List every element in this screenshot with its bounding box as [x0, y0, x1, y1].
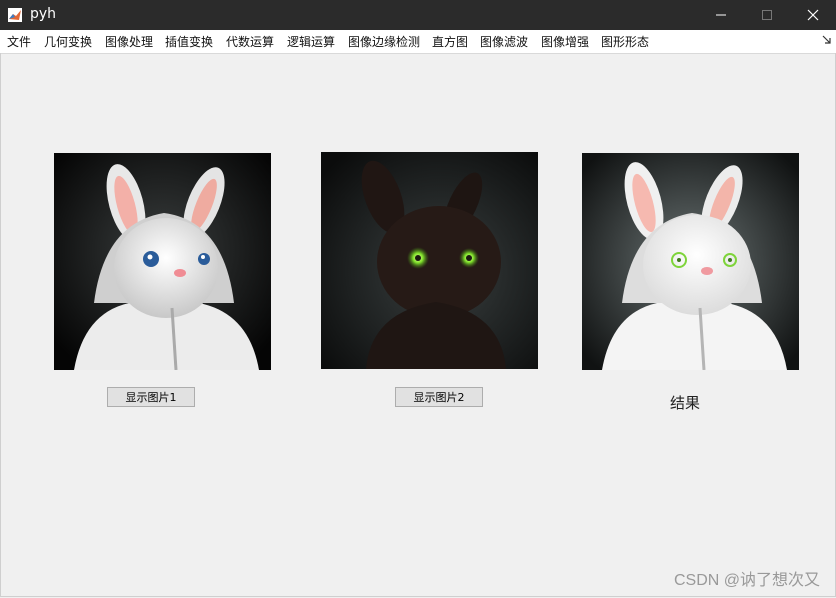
show-image2-button[interactable]: 显示图片2 [395, 387, 483, 407]
white-bunny-image [54, 153, 271, 370]
result-bunny-image [582, 153, 799, 370]
menu-algebraic-ops[interactable]: 代数运算 [226, 33, 274, 50]
title-bar: pyh [0, 0, 836, 30]
menu-image-filtering[interactable]: 图像滤波 [480, 33, 528, 50]
maximize-icon [762, 10, 772, 20]
maximize-button[interactable] [744, 0, 790, 30]
result-label: 结果 [670, 394, 701, 412]
close-icon [807, 9, 819, 21]
dark-bunny-image [321, 152, 538, 369]
result-image-axes [582, 153, 799, 370]
menu-morphology[interactable]: 图形形态 [601, 33, 649, 50]
menu-interpolation[interactable]: 插值变换 [165, 33, 213, 50]
watermark: CSDN @讷了想次又 [673, 572, 820, 589]
menu-file[interactable]: 文件 [7, 33, 31, 50]
minimize-button[interactable] [698, 0, 744, 30]
menu-histogram[interactable]: 直方图 [432, 33, 468, 50]
show-image1-button[interactable]: 显示图片1 [107, 387, 195, 407]
menu-geometric-transform[interactable]: 几何变换 [44, 33, 92, 50]
menu-image-enhancement[interactable]: 图像增强 [541, 33, 589, 50]
matlab-logo-icon [8, 8, 22, 22]
close-button[interactable] [790, 0, 836, 30]
window-title: pyh [30, 6, 57, 22]
menu-edge-detection[interactable]: 图像边缘检测 [348, 33, 420, 50]
image-1-axes [54, 153, 271, 370]
image-2-axes [321, 152, 538, 369]
menu-bar: 文件 几何变换 图像处理 插值变换 代数运算 逻辑运算 图像边缘检测 直方图 图… [0, 30, 836, 54]
menu-logical-ops[interactable]: 逻辑运算 [287, 33, 335, 50]
menu-image-processing[interactable]: 图像处理 [105, 33, 153, 50]
minimize-icon [716, 14, 726, 16]
dock-arrow-icon[interactable] [822, 35, 832, 45]
